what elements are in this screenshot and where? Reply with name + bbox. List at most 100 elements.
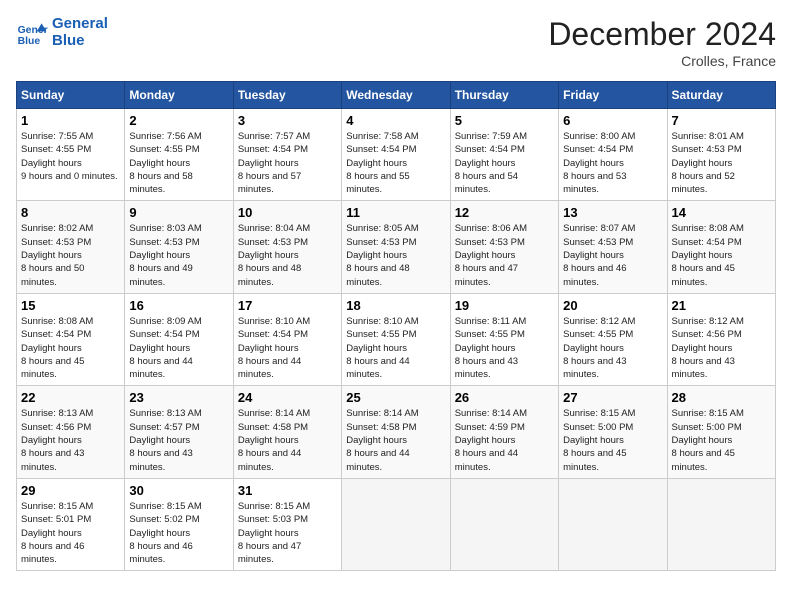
day-number: 25 (346, 390, 445, 405)
day-info: Sunrise: 8:04 AM Sunset: 4:53 PM Dayligh… (238, 222, 337, 288)
day-info: Sunrise: 8:13 AM Sunset: 4:57 PM Dayligh… (129, 407, 228, 473)
calendar-day-cell: 28 Sunrise: 8:15 AM Sunset: 5:00 PM Dayl… (667, 386, 775, 478)
day-info: Sunrise: 8:15 AM Sunset: 5:01 PM Dayligh… (21, 500, 120, 566)
weekday-header: Thursday (450, 82, 558, 109)
day-number: 7 (672, 113, 771, 128)
calendar-day-cell: 3 Sunrise: 7:57 AM Sunset: 4:54 PM Dayli… (233, 109, 341, 201)
day-number: 2 (129, 113, 228, 128)
day-number: 26 (455, 390, 554, 405)
calendar-day-cell: 9 Sunrise: 8:03 AM Sunset: 4:53 PM Dayli… (125, 201, 233, 293)
calendar-day-cell (559, 478, 667, 570)
calendar-week-row: 22 Sunrise: 8:13 AM Sunset: 4:56 PM Dayl… (17, 386, 776, 478)
calendar-day-cell: 20 Sunrise: 8:12 AM Sunset: 4:55 PM Dayl… (559, 293, 667, 385)
calendar-day-cell: 22 Sunrise: 8:13 AM Sunset: 4:56 PM Dayl… (17, 386, 125, 478)
day-info: Sunrise: 8:05 AM Sunset: 4:53 PM Dayligh… (346, 222, 445, 288)
day-number: 20 (563, 298, 662, 313)
day-number: 17 (238, 298, 337, 313)
calendar-day-cell (450, 478, 558, 570)
logo-icon: General Blue (16, 17, 48, 49)
day-info: Sunrise: 8:10 AM Sunset: 4:55 PM Dayligh… (346, 315, 445, 381)
page-header: General Blue GeneralBlue December 2024 C… (16, 16, 776, 69)
logo-text: GeneralBlue (52, 16, 108, 49)
day-info: Sunrise: 7:59 AM Sunset: 4:54 PM Dayligh… (455, 130, 554, 196)
calendar-day-cell: 4 Sunrise: 7:58 AM Sunset: 4:54 PM Dayli… (342, 109, 450, 201)
calendar-week-row: 15 Sunrise: 8:08 AM Sunset: 4:54 PM Dayl… (17, 293, 776, 385)
day-info: Sunrise: 8:14 AM Sunset: 4:59 PM Dayligh… (455, 407, 554, 473)
calendar-day-cell: 26 Sunrise: 8:14 AM Sunset: 4:59 PM Dayl… (450, 386, 558, 478)
day-number: 19 (455, 298, 554, 313)
day-number: 4 (346, 113, 445, 128)
day-info: Sunrise: 8:15 AM Sunset: 5:02 PM Dayligh… (129, 500, 228, 566)
day-number: 14 (672, 205, 771, 220)
calendar-day-cell: 21 Sunrise: 8:12 AM Sunset: 4:56 PM Dayl… (667, 293, 775, 385)
day-info: Sunrise: 8:12 AM Sunset: 4:56 PM Dayligh… (672, 315, 771, 381)
day-number: 27 (563, 390, 662, 405)
day-number: 21 (672, 298, 771, 313)
title-block: December 2024 Crolles, France (548, 16, 776, 69)
calendar-table: SundayMondayTuesdayWednesdayThursdayFrid… (16, 81, 776, 571)
day-number: 30 (129, 483, 228, 498)
day-number: 8 (21, 205, 120, 220)
calendar-week-row: 1 Sunrise: 7:55 AM Sunset: 4:55 PM Dayli… (17, 109, 776, 201)
day-number: 31 (238, 483, 337, 498)
day-info: Sunrise: 8:06 AM Sunset: 4:53 PM Dayligh… (455, 222, 554, 288)
day-number: 16 (129, 298, 228, 313)
weekday-header: Wednesday (342, 82, 450, 109)
calendar-day-cell: 17 Sunrise: 8:10 AM Sunset: 4:54 PM Dayl… (233, 293, 341, 385)
day-number: 9 (129, 205, 228, 220)
calendar-day-cell: 5 Sunrise: 7:59 AM Sunset: 4:54 PM Dayli… (450, 109, 558, 201)
calendar-day-cell: 7 Sunrise: 8:01 AM Sunset: 4:53 PM Dayli… (667, 109, 775, 201)
day-info: Sunrise: 8:08 AM Sunset: 4:54 PM Dayligh… (672, 222, 771, 288)
calendar-day-cell: 19 Sunrise: 8:11 AM Sunset: 4:55 PM Dayl… (450, 293, 558, 385)
weekday-header: Friday (559, 82, 667, 109)
calendar-day-cell: 18 Sunrise: 8:10 AM Sunset: 4:55 PM Dayl… (342, 293, 450, 385)
day-info: Sunrise: 8:03 AM Sunset: 4:53 PM Dayligh… (129, 222, 228, 288)
day-number: 1 (21, 113, 120, 128)
calendar-week-row: 29 Sunrise: 8:15 AM Sunset: 5:01 PM Dayl… (17, 478, 776, 570)
calendar-day-cell (667, 478, 775, 570)
calendar-day-cell: 16 Sunrise: 8:09 AM Sunset: 4:54 PM Dayl… (125, 293, 233, 385)
day-info: Sunrise: 8:11 AM Sunset: 4:55 PM Dayligh… (455, 315, 554, 381)
weekday-header: Sunday (17, 82, 125, 109)
logo: General Blue GeneralBlue (16, 16, 108, 49)
calendar-week-row: 8 Sunrise: 8:02 AM Sunset: 4:53 PM Dayli… (17, 201, 776, 293)
calendar-day-cell: 6 Sunrise: 8:00 AM Sunset: 4:54 PM Dayli… (559, 109, 667, 201)
calendar-day-cell: 10 Sunrise: 8:04 AM Sunset: 4:53 PM Dayl… (233, 201, 341, 293)
day-info: Sunrise: 8:10 AM Sunset: 4:54 PM Dayligh… (238, 315, 337, 381)
day-info: Sunrise: 7:57 AM Sunset: 4:54 PM Dayligh… (238, 130, 337, 196)
day-info: Sunrise: 8:15 AM Sunset: 5:00 PM Dayligh… (563, 407, 662, 473)
calendar-day-cell: 1 Sunrise: 7:55 AM Sunset: 4:55 PM Dayli… (17, 109, 125, 201)
calendar-day-cell: 11 Sunrise: 8:05 AM Sunset: 4:53 PM Dayl… (342, 201, 450, 293)
weekday-header-row: SundayMondayTuesdayWednesdayThursdayFrid… (17, 82, 776, 109)
weekday-header: Saturday (667, 82, 775, 109)
day-number: 11 (346, 205, 445, 220)
day-number: 23 (129, 390, 228, 405)
day-info: Sunrise: 8:12 AM Sunset: 4:55 PM Dayligh… (563, 315, 662, 381)
calendar-day-cell: 14 Sunrise: 8:08 AM Sunset: 4:54 PM Dayl… (667, 201, 775, 293)
day-info: Sunrise: 8:07 AM Sunset: 4:53 PM Dayligh… (563, 222, 662, 288)
calendar-day-cell: 25 Sunrise: 8:14 AM Sunset: 4:58 PM Dayl… (342, 386, 450, 478)
day-number: 29 (21, 483, 120, 498)
day-info: Sunrise: 7:58 AM Sunset: 4:54 PM Dayligh… (346, 130, 445, 196)
location: Crolles, France (548, 53, 776, 69)
day-info: Sunrise: 7:55 AM Sunset: 4:55 PM Dayligh… (21, 130, 120, 183)
day-info: Sunrise: 8:02 AM Sunset: 4:53 PM Dayligh… (21, 222, 120, 288)
day-info: Sunrise: 8:13 AM Sunset: 4:56 PM Dayligh… (21, 407, 120, 473)
calendar-day-cell: 13 Sunrise: 8:07 AM Sunset: 4:53 PM Dayl… (559, 201, 667, 293)
day-number: 10 (238, 205, 337, 220)
day-number: 15 (21, 298, 120, 313)
day-info: Sunrise: 7:56 AM Sunset: 4:55 PM Dayligh… (129, 130, 228, 196)
calendar-day-cell: 12 Sunrise: 8:06 AM Sunset: 4:53 PM Dayl… (450, 201, 558, 293)
day-info: Sunrise: 8:14 AM Sunset: 4:58 PM Dayligh… (238, 407, 337, 473)
calendar-day-cell: 2 Sunrise: 7:56 AM Sunset: 4:55 PM Dayli… (125, 109, 233, 201)
day-info: Sunrise: 8:14 AM Sunset: 4:58 PM Dayligh… (346, 407, 445, 473)
calendar-day-cell: 24 Sunrise: 8:14 AM Sunset: 4:58 PM Dayl… (233, 386, 341, 478)
calendar-day-cell: 8 Sunrise: 8:02 AM Sunset: 4:53 PM Dayli… (17, 201, 125, 293)
day-number: 18 (346, 298, 445, 313)
day-number: 5 (455, 113, 554, 128)
month-title: December 2024 (548, 16, 776, 53)
day-number: 6 (563, 113, 662, 128)
calendar-day-cell: 30 Sunrise: 8:15 AM Sunset: 5:02 PM Dayl… (125, 478, 233, 570)
calendar-day-cell: 31 Sunrise: 8:15 AM Sunset: 5:03 PM Dayl… (233, 478, 341, 570)
day-info: Sunrise: 8:08 AM Sunset: 4:54 PM Dayligh… (21, 315, 120, 381)
